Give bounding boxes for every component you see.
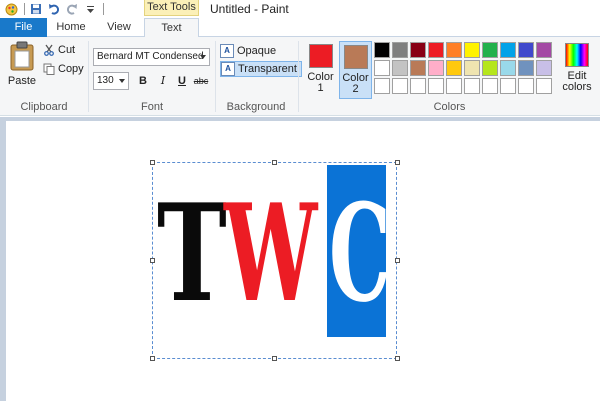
underline-button[interactable]: U: [174, 73, 190, 89]
background-group-label: Background: [226, 101, 286, 113]
paint-app-icon[interactable]: [4, 2, 18, 16]
palette-swatch[interactable]: [536, 42, 552, 58]
palette-swatch[interactable]: [374, 78, 390, 94]
resize-handle[interactable]: [395, 356, 400, 361]
opaque-icon: A: [220, 44, 234, 58]
copy-button[interactable]: Copy: [42, 61, 84, 77]
paste-button[interactable]: Paste: [6, 41, 38, 87]
copy-icon: [42, 63, 55, 76]
palette-swatch[interactable]: [410, 78, 426, 94]
window-title: Untitled - Paint: [210, 2, 289, 16]
redo-icon[interactable]: [65, 2, 79, 16]
palette-swatch[interactable]: [374, 60, 390, 76]
palette-swatch[interactable]: [392, 78, 408, 94]
transparent-label: Transparent: [238, 63, 297, 75]
quick-access-toolbar: [0, 0, 104, 18]
color-1-number: 1: [317, 82, 324, 94]
font-family-select[interactable]: Bernard MT Condensed: [93, 48, 210, 66]
palette-swatch[interactable]: [428, 60, 444, 76]
paste-icon: [10, 41, 34, 71]
save-icon[interactable]: [29, 2, 43, 16]
customize-toolbar-chevron-icon[interactable]: [83, 2, 97, 16]
palette-swatch[interactable]: [392, 60, 408, 76]
scissors-icon: [42, 44, 55, 57]
color-2-swatch: [343, 45, 368, 69]
transparent-icon: A: [221, 62, 235, 76]
resize-handle[interactable]: [395, 258, 400, 263]
italic-button[interactable]: I: [155, 73, 171, 89]
palette-swatch[interactable]: [410, 60, 426, 76]
clipboard-group: Paste Cut Copy Clipboard: [0, 37, 88, 116]
ribbon: Paste Cut Copy Clipboard Font Bernard MT…: [0, 37, 600, 116]
palette-swatch[interactable]: [464, 60, 480, 76]
colors-group-label: Colors: [433, 101, 466, 113]
chevron-down-icon: [119, 79, 125, 83]
font-group-label: Font: [140, 101, 163, 113]
palette-swatch[interactable]: [482, 42, 498, 58]
palette-swatch[interactable]: [536, 78, 552, 94]
palette-swatch[interactable]: [446, 78, 462, 94]
copy-label: Copy: [58, 63, 84, 75]
resize-handle[interactable]: [150, 258, 155, 263]
palette-swatch[interactable]: [536, 60, 552, 76]
palette-swatch[interactable]: [500, 60, 516, 76]
palette-swatch[interactable]: [482, 60, 498, 76]
paste-label: Paste: [7, 75, 37, 87]
color-1-swatch: [308, 44, 333, 68]
palette-swatch[interactable]: [482, 78, 498, 94]
resize-handle[interactable]: [272, 356, 277, 361]
text-selection-box[interactable]: [152, 162, 397, 359]
strikethrough-button[interactable]: abc: [193, 73, 209, 89]
text-tools-context-label: Text Tools: [144, 0, 199, 16]
color-2-button[interactable]: Color 2: [339, 41, 372, 99]
font-size-value: 130: [97, 75, 114, 86]
palette-swatch[interactable]: [500, 78, 516, 94]
tab-view[interactable]: View: [96, 18, 142, 37]
palette-swatch[interactable]: [518, 42, 534, 58]
cut-label: Cut: [58, 44, 76, 56]
edit-colors-label-2: colors: [562, 81, 592, 93]
palette-swatch[interactable]: [392, 42, 408, 58]
resize-handle[interactable]: [150, 356, 155, 361]
opaque-label: Opaque: [237, 45, 277, 57]
palette-swatch[interactable]: [500, 42, 516, 58]
font-size-select[interactable]: 130: [93, 72, 129, 90]
resize-handle[interactable]: [395, 160, 400, 165]
palette-swatch[interactable]: [518, 60, 534, 76]
toolbar-separator: [103, 3, 104, 15]
toolbar-separator: [24, 3, 25, 15]
color-2-number: 2: [352, 83, 359, 95]
opaque-button[interactable]: A Opaque: [220, 43, 280, 59]
palette-swatch[interactable]: [518, 78, 534, 94]
tab-home[interactable]: Home: [48, 18, 94, 37]
undo-icon[interactable]: [47, 2, 61, 16]
ribbon-tabs: File Home View Text: [0, 18, 600, 38]
palette-swatch[interactable]: [464, 42, 480, 58]
palette-swatch[interactable]: [428, 78, 444, 94]
transparent-button[interactable]: A Transparent: [220, 61, 302, 77]
color-1-button[interactable]: Color 1: [304, 41, 337, 99]
resize-handle[interactable]: [150, 160, 155, 165]
palette-swatch[interactable]: [464, 78, 480, 94]
font-family-value: Bernard MT Condensed: [97, 51, 204, 62]
palette-swatch[interactable]: [446, 42, 462, 58]
edit-colors-button[interactable]: Edit colors: [561, 41, 593, 93]
tab-file[interactable]: File: [0, 18, 47, 37]
resize-handle[interactable]: [272, 160, 277, 165]
palette-swatch[interactable]: [374, 42, 390, 58]
bold-button[interactable]: B: [135, 73, 151, 89]
palette-swatch[interactable]: [428, 42, 444, 58]
tab-text[interactable]: Text: [144, 18, 199, 38]
clipboard-group-label: Clipboard: [20, 101, 68, 113]
cut-button[interactable]: Cut: [42, 42, 75, 58]
color-spectrum-icon: [565, 43, 589, 67]
palette-swatch[interactable]: [410, 42, 426, 58]
palette-swatch[interactable]: [446, 60, 462, 76]
chevron-down-icon: [200, 55, 206, 59]
title-bar: Text Tools Untitled - Paint: [0, 0, 600, 18]
